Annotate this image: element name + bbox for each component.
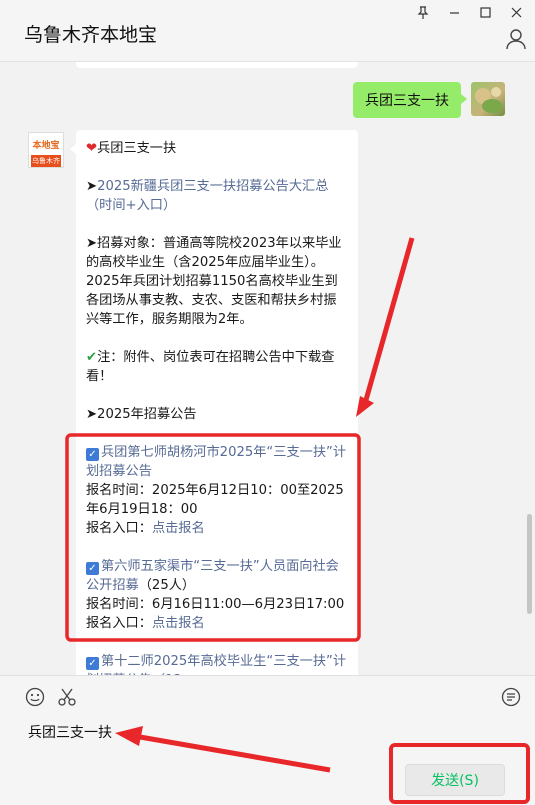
pin-icon[interactable] [410,3,436,21]
item1-title: ✓ 兵团第七师胡杨河市2025年“三支一扶”计划招募公告 [86,443,348,481]
chat-window: 乌鲁木齐本地宝 兵团三支一扶 本地宝 乌鲁木齐 ❤兵团三支一扶 ➤2025新疆兵… [0,0,535,805]
item2-register-link[interactable]: 点击报名 [152,616,205,631]
item3-link[interactable]: 第十二师2025年高校毕业生“三支一扶”计划招募公告（12 [86,654,346,675]
scissors-icon[interactable] [56,686,78,708]
maximize-icon[interactable] [472,3,498,21]
title-bar: 乌鲁木齐本地宝 [0,0,535,62]
input-area: 兵团三支一扶 发送(S) [0,675,535,805]
heart-line: ❤兵团三支一扶 [86,139,348,158]
chat-title: 乌鲁木齐本地宝 [24,24,158,46]
item1-link[interactable]: 兵团第七师胡杨河市2025年“三支一扶”计划招募公告 [86,445,346,479]
item2-time: 报名时间：6月16日11:00—6月23日17:00 [86,597,345,612]
item2-link[interactable]: 第六师五家渠市“三支一扶”人员面向社会公开招募 [86,559,339,593]
target-paragraph: ➤招募对象：普通高等院校2023年以来毕业的高校毕业生（含2025年应届毕业生）… [86,234,348,329]
message-list[interactable]: 兵团三支一扶 本地宝 乌鲁木齐 ❤兵团三支一扶 ➤2025新疆兵团三支一扶招募公… [0,62,535,675]
checkbox-icon: ✓ [86,448,99,461]
message-input[interactable]: 兵团三支一扶 [28,722,112,742]
heart-icon: ❤ [86,141,98,156]
previous-bubble-edge [76,62,358,68]
summary-link[interactable]: 2025新疆兵团三支一扶招募公告大汇总（时间+入口） [86,179,328,213]
sent-message-row: 兵团三支一扶 [353,82,505,118]
note-text: 注：附件、岗位表可在招聘公告中下载查看！ [86,350,335,384]
sender-avatar-top: 本地宝 [32,140,60,151]
note-line: ✔注：附件、岗位表可在招聘公告中下载查看！ [86,348,348,386]
item2-title: ✓ 第六师五家渠市“三支一扶”人员面向社会公开招募（25人） [86,557,348,595]
item1-time: 报名时间：2025年6月12日10：00至2025年6月19日18：00 [86,483,344,517]
close-icon[interactable] [503,3,529,21]
item2-entry: 报名入口：点击报名 [86,614,348,633]
send-button[interactable]: 发送(S) [405,764,505,796]
target-label: ➤招募对象： [86,236,163,251]
item3-title: ✓第十二师2025年高校毕业生“三支一扶”计划招募公告（12 [86,652,348,675]
minimize-icon[interactable] [441,3,467,21]
check-mark-icon: ✔ [86,350,98,365]
item1-entry: 报名入口：点击报名 [86,519,348,538]
chat-history-icon[interactable] [500,686,522,708]
item2-entry-label: 报名入口： [86,616,152,631]
checkbox-icon: ✓ [86,562,99,575]
sender-avatar-bottom: 乌鲁木齐 [31,155,61,167]
heart-line-text: 兵团三支一扶 [97,141,177,156]
chat-info-person-icon[interactable] [505,28,527,50]
emoji-icon[interactable] [24,686,46,708]
section-heading: ➤2025年招募公告 [86,407,197,422]
received-message-bubble[interactable]: ❤兵团三支一扶 ➤2025新疆兵团三支一扶招募公告大汇总（时间+入口） ➤招募对… [70,130,358,675]
sender-avatar[interactable]: 本地宝 乌鲁木齐 [28,132,64,168]
sent-message-bubble[interactable]: 兵团三支一扶 [353,82,467,118]
scrollbar[interactable] [527,514,532,614]
my-avatar[interactable] [471,82,505,116]
link-line-1: ➤2025新疆兵团三支一扶招募公告大汇总（时间+入口） [86,179,329,213]
item1-register-link[interactable]: 点击报名 [152,521,205,536]
item2-count: （25人） [138,578,196,593]
item1-entry-label: 报名入口： [86,521,152,536]
checkbox-icon: ✓ [86,657,99,670]
